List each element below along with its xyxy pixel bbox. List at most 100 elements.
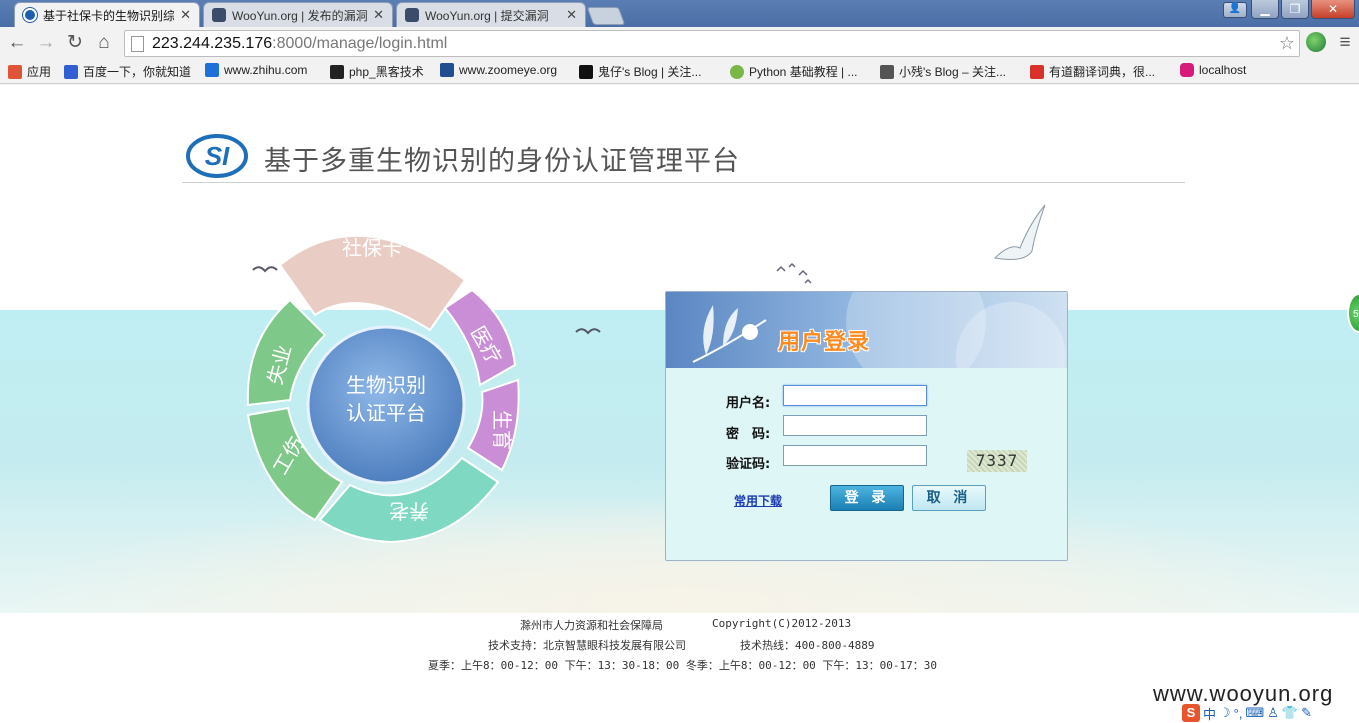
wooyun-favicon-icon xyxy=(212,8,226,22)
window-controls: ▁ ❐ ✕ xyxy=(1251,0,1355,19)
wheel-label-sbk: 社保卡 xyxy=(342,236,402,260)
page-title: 基于多重生物识别的身份认证管理平台 xyxy=(264,146,740,177)
common-download-link[interactable]: 常用下载 xyxy=(734,492,782,509)
close-window-icon[interactable]: ✕ xyxy=(1311,0,1355,19)
url-path: :8000/manage/login.html xyxy=(272,34,448,52)
captcha-image[interactable]: 7337 xyxy=(967,450,1027,472)
zhihu-icon xyxy=(205,63,219,77)
bookmark-item[interactable]: www.zhihu.com xyxy=(205,63,307,77)
bookmark-label: 鬼仔's Blog | 关注... xyxy=(598,65,702,79)
home-icon[interactable]: ⌂ xyxy=(93,32,115,54)
bookmark-item[interactable]: 百度一下，你就知道 xyxy=(64,63,191,80)
footer-hotline: 技术热线：400-800-4889 xyxy=(740,639,875,652)
tab-title: 基于社保卡的生物识别综合 xyxy=(43,8,175,23)
login-heading: 用户登录 xyxy=(778,330,871,355)
bookmarks-bar: 应用 百度一下，你就知道 www.zhihu.com php_黑客技术 www.… xyxy=(0,60,1359,84)
tab-strip: 基于社保卡的生物识别综合 ✕ WooYun.org | 发布的漏洞 ✕ WooY… xyxy=(0,0,1359,27)
zoomeye-icon xyxy=(440,63,454,77)
platform-wheel: 社保卡 医疗 生育 养老 工伤 失业 生物识别 认证平台 xyxy=(246,234,520,544)
minimize-icon[interactable]: ▁ xyxy=(1251,0,1279,19)
tab-title: WooYun.org | 发布的漏洞 xyxy=(232,8,368,23)
bookmark-label: 百度一下，你就知道 xyxy=(83,65,192,79)
tab-title: WooYun.org | 提交漏洞 xyxy=(425,8,549,23)
bookmark-item[interactable]: Python 基础教程 | ... xyxy=(730,63,857,80)
person-icon[interactable]: ♙ xyxy=(1267,705,1279,721)
new-tab-button[interactable] xyxy=(586,7,626,25)
bookmark-label: php_黑客技术 xyxy=(349,65,424,79)
python-icon xyxy=(730,64,744,79)
cancel-button[interactable]: 取 消 xyxy=(912,485,986,511)
bookmark-label: www.zhihu.com xyxy=(224,63,308,77)
maximize-icon[interactable]: ❐ xyxy=(1281,0,1309,19)
bookmark-item[interactable]: 有道翻译词典，很... xyxy=(1030,63,1155,80)
login-panel: 用户登录 用户名: 密 码: 验证码: 7337 常用下载 登 录 取 消 xyxy=(665,291,1068,561)
localhost-icon xyxy=(1180,63,1194,77)
tab-login[interactable]: 基于社保卡的生物识别综合 ✕ xyxy=(14,2,200,27)
keyboard-icon[interactable]: ⌨ xyxy=(1245,705,1264,721)
bookmark-item[interactable]: 小残's Blog – 关注... xyxy=(880,63,1006,80)
wheel-label-shengyu: 生育 xyxy=(490,410,514,450)
username-label: 用户名: xyxy=(726,396,771,411)
bookmark-label: 有道翻译词典，很... xyxy=(1049,65,1156,79)
svg-text:SI: SI xyxy=(205,141,230,171)
bookmark-item[interactable]: 应用 xyxy=(8,63,51,80)
username-input[interactable] xyxy=(783,385,927,406)
ime-mode-label[interactable]: 中 xyxy=(1203,704,1216,723)
login-header: 用户登录 xyxy=(666,292,1067,368)
wheel-center-line1: 生物识别 xyxy=(346,373,426,397)
address-bar[interactable]: 223.244.235.176:8000/manage/login.html ☆ xyxy=(124,30,1300,57)
browser-chrome: 基于社保卡的生物识别综合 ✕ WooYun.org | 发布的漏洞 ✕ WooY… xyxy=(0,0,1359,85)
login-button[interactable]: 登 录 xyxy=(830,485,904,511)
browser-toolbar: ← → ↻ ⌂ 223.244.235.176:8000/manage/logi… xyxy=(0,27,1359,60)
bookmark-item[interactable]: 鬼仔's Blog | 关注... xyxy=(579,63,701,80)
baidu-icon xyxy=(64,64,78,79)
bookmark-label: 小残's Blog – 关注... xyxy=(899,65,1006,79)
sogou-ime-icon[interactable]: S xyxy=(1182,704,1200,722)
tab-close-icon[interactable]: ✕ xyxy=(373,7,384,23)
blog-icon xyxy=(880,64,894,79)
tab-close-icon[interactable]: ✕ xyxy=(180,7,191,23)
bookmark-item[interactable]: www.zoomeye.org xyxy=(440,63,557,77)
forward-arrow-icon[interactable]: → xyxy=(35,32,57,54)
bookmark-star-icon[interactable]: ☆ xyxy=(1279,33,1295,54)
bookmark-label: www.zoomeye.org xyxy=(459,63,558,77)
password-label: 密 码: xyxy=(726,427,771,442)
ime-toolbar: S 中 ☽ °, ⌨ ♙ 👕 ✎ xyxy=(1182,704,1359,722)
bookmark-label: 应用 xyxy=(27,65,52,79)
site-favicon-icon xyxy=(23,8,37,22)
youdao-icon xyxy=(1030,64,1044,79)
user-profile-icon[interactable]: 👤 xyxy=(1223,2,1247,18)
footer-copyright: Copyright(C)2012-2013 xyxy=(712,617,852,630)
tab-wooyun-submit[interactable]: WooYun.org | 提交漏洞 ✕ xyxy=(396,2,586,27)
wooyun-favicon-icon xyxy=(405,8,419,22)
captcha-input[interactable] xyxy=(783,445,927,466)
bookmark-label: Python 基础教程 | ... xyxy=(749,65,858,79)
bookmark-label: localhost xyxy=(1199,63,1247,77)
shirt-icon[interactable]: 👕 xyxy=(1282,705,1298,721)
wheel-center-line2: 认证平台 xyxy=(346,401,426,425)
small-bird-icon xyxy=(575,328,601,335)
captcha-label: 验证码: xyxy=(726,457,771,472)
url-host: 223.244.235.176 xyxy=(152,34,273,52)
wheel-label-yanglao: 养老 xyxy=(389,499,429,523)
si-logo-icon: SI xyxy=(186,134,248,178)
tab-wooyun-published[interactable]: WooYun.org | 发布的漏洞 ✕ xyxy=(203,2,393,27)
bird-flock-icon xyxy=(776,263,812,284)
footer-hours: 夏季：上午8：00-12：00 下午：13：30-18：00 冬季：上午8：00… xyxy=(428,659,938,672)
tab-close-icon[interactable]: ✕ xyxy=(566,7,577,23)
password-input[interactable] xyxy=(783,415,927,436)
page-icon xyxy=(131,35,144,52)
extension-globe-icon[interactable] xyxy=(1306,32,1326,52)
bookmark-item[interactable]: php_黑客技术 xyxy=(330,63,424,80)
reload-icon[interactable]: ↻ xyxy=(64,32,86,54)
footer-org: 滁州市人力资源和社会保障局 xyxy=(520,619,663,632)
cap-icon xyxy=(330,64,344,79)
back-arrow-icon[interactable]: ← xyxy=(6,32,28,54)
moon-icon[interactable]: ☽ xyxy=(1219,705,1231,721)
menu-icon[interactable]: ≡ xyxy=(1334,32,1356,54)
footer-support: 技术支持：北京智慧眼科技发展有限公司 xyxy=(488,639,686,652)
wrench-icon[interactable]: ✎ xyxy=(1301,705,1312,721)
punctuation-icon[interactable]: °, xyxy=(1234,706,1243,721)
ghost-icon xyxy=(579,64,593,79)
bookmark-item[interactable]: localhost xyxy=(1180,63,1246,77)
